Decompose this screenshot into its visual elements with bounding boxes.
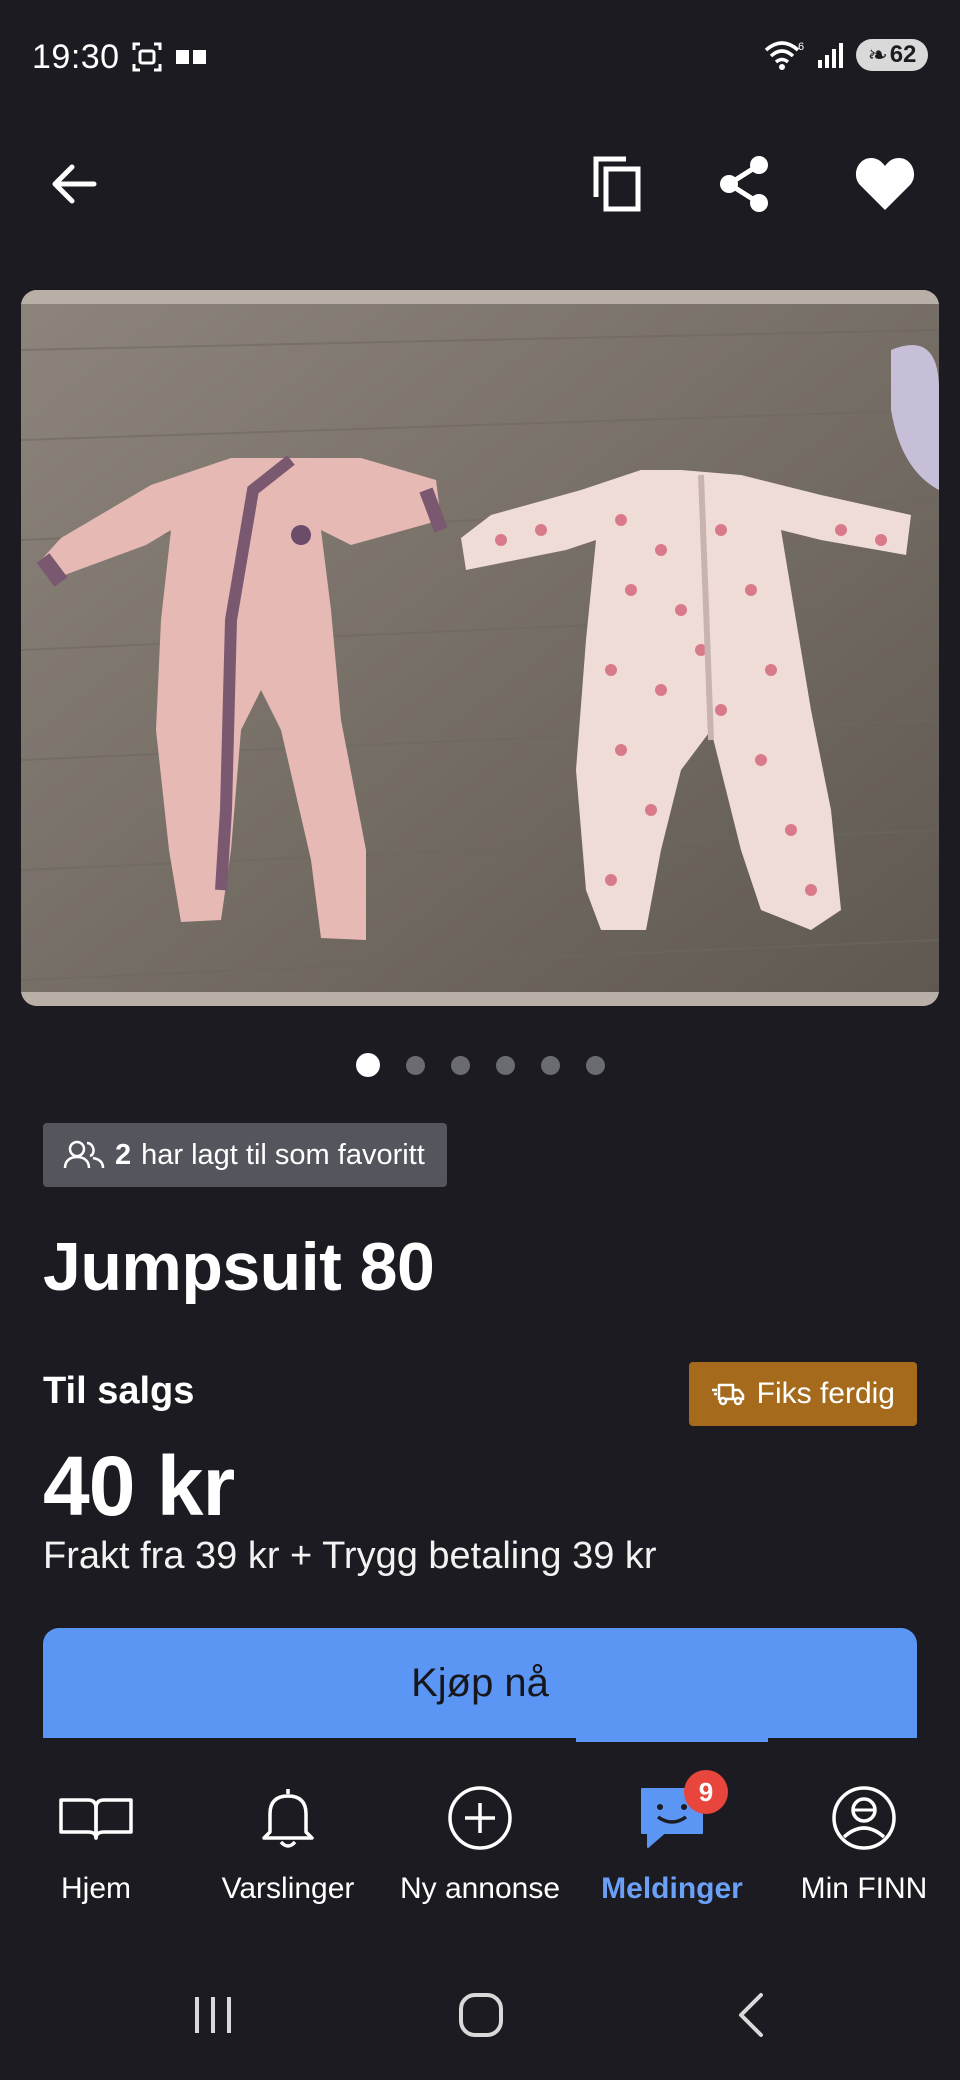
system-navigation-bar	[0, 1950, 960, 2080]
status-time: 19:30	[32, 38, 120, 76]
favorites-count: 2	[115, 1138, 132, 1171]
nav-item-varslinger[interactable]: Varslinger	[192, 1778, 384, 1928]
plus-circle-icon	[448, 1786, 512, 1850]
buy-now-button[interactable]: Kjøp nå	[43, 1628, 917, 1738]
nav-label-hjem: Hjem	[60, 1872, 131, 1905]
profile-icon	[832, 1786, 896, 1850]
back-arrow-icon	[52, 164, 97, 204]
price: 40 kr	[43, 1439, 235, 1533]
nav-item-meldinger[interactable]: 9 Meldinger	[576, 1770, 768, 1928]
signal-icon	[818, 43, 843, 68]
status-right-icons: 6 ❧ 62	[762, 38, 928, 72]
nav-label-varslinger: Varslinger	[221, 1872, 355, 1905]
listing-photo	[21, 290, 939, 1006]
delivery-truck-icon	[711, 1383, 744, 1406]
battery-icon: ❧ 62	[856, 39, 928, 71]
status-left-icons	[130, 40, 208, 74]
people-icon	[63, 1140, 105, 1169]
listing-title: Jumpsuit 80	[43, 1229, 435, 1305]
shipping-info: Frakt fra 39 kr + Trygg betaling 39 kr	[43, 1535, 657, 1577]
gallery-dot-4[interactable]	[495, 1055, 515, 1075]
fiks-ferdig-label: Fiks ferdig	[756, 1377, 895, 1410]
battery-level: 62	[889, 41, 917, 68]
active-tab-indicator	[576, 1738, 768, 1742]
bottom-navigation: Hjem Varslinger Ny annonse 9 Meldinger M…	[0, 1738, 960, 1938]
nav-item-ny-annonse[interactable]: Ny annonse	[384, 1778, 576, 1928]
nav-label-meldinger: Meldinger	[601, 1872, 743, 1905]
gallery-dot-3[interactable]	[450, 1055, 470, 1075]
gallery-dot-5[interactable]	[540, 1055, 560, 1075]
top-app-bar	[0, 140, 960, 230]
favorites-badge: 2 har lagt til som favoritt	[43, 1123, 447, 1187]
nav-label-min-finn: Min FINN	[800, 1872, 928, 1905]
share-icon	[720, 156, 768, 212]
copy-button[interactable]	[578, 144, 658, 224]
unread-messages-badge: 9	[684, 1770, 728, 1814]
gallery-dot-1[interactable]	[355, 1053, 380, 1077]
favorites-text: har lagt til som favoritt	[141, 1138, 425, 1171]
book-icon	[59, 1798, 133, 1840]
system-back-button[interactable]	[706, 1980, 796, 2050]
nav-item-hjem[interactable]: Hjem	[0, 1778, 192, 1928]
home-icon	[459, 1993, 503, 2037]
nav-item-min-finn[interactable]: Min FINN	[768, 1778, 960, 1928]
status-bar: 19:30 6 ❧ 62	[0, 0, 960, 115]
recent-apps-icon	[195, 1997, 231, 2033]
wifi-icon: 6	[764, 41, 804, 70]
gallery-dot-2[interactable]	[405, 1055, 425, 1075]
nav-label-ny-annonse: Ny annonse	[399, 1872, 561, 1905]
copy-icon	[593, 156, 641, 212]
listing-image[interactable]	[21, 290, 939, 1006]
battery-leaf-icon: ❧	[867, 41, 888, 69]
svg-text:6: 6	[798, 41, 804, 53]
back-button[interactable]	[34, 144, 114, 224]
home-button[interactable]	[436, 1980, 526, 2050]
fiks-ferdig-badge: Fiks ferdig	[688, 1362, 917, 1426]
screenshot-icon	[132, 42, 162, 72]
gallery-dots	[0, 1053, 960, 1077]
sale-label: Til salgs	[43, 1370, 195, 1412]
notification-icon	[176, 50, 206, 64]
favorite-button[interactable]	[845, 144, 925, 224]
heart-icon	[855, 158, 915, 210]
system-back-icon	[739, 1993, 763, 2037]
bell-icon	[262, 1789, 314, 1848]
recent-apps-button[interactable]	[168, 1980, 258, 2050]
gallery-dot-6[interactable]	[585, 1055, 605, 1075]
share-button[interactable]	[704, 144, 784, 224]
